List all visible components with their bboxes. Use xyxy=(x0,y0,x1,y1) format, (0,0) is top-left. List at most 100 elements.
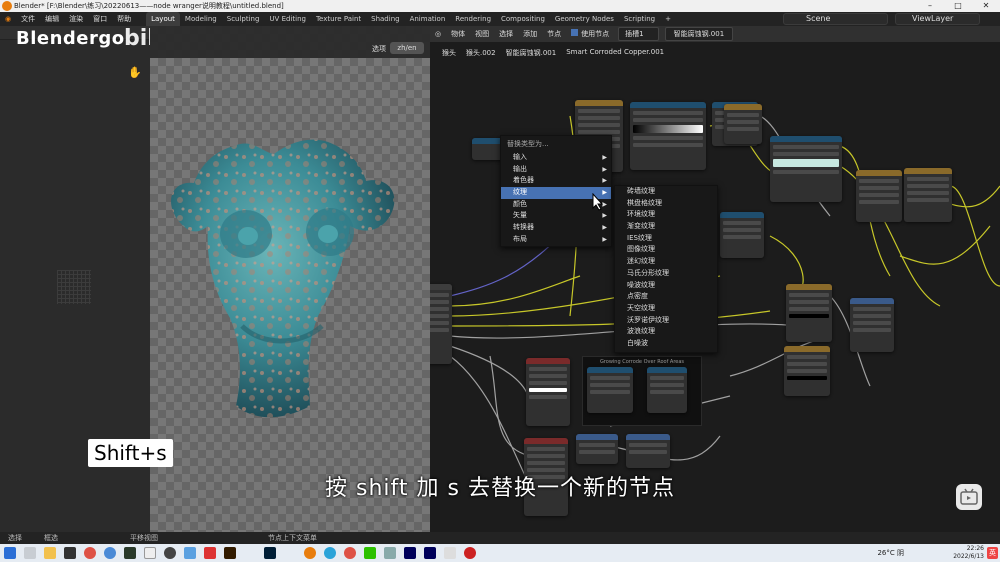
node-noise-right[interactable] xyxy=(720,212,764,258)
swap-menu-color-label: 颜色 xyxy=(513,199,527,208)
workspace-tab-geometry-nodes[interactable]: Geometry Nodes xyxy=(550,12,619,26)
node-input-value[interactable] xyxy=(526,358,570,426)
photoshop-icon[interactable] xyxy=(264,547,276,559)
maximize-button[interactable]: □ xyxy=(944,0,972,12)
obs-icon[interactable] xyxy=(464,547,476,559)
workspace-tab-texture-paint[interactable]: Texture Paint xyxy=(311,12,366,26)
menu-file[interactable]: 文件 xyxy=(16,14,40,24)
workspace-tab-rendering[interactable]: Rendering xyxy=(450,12,496,26)
app-icon-3[interactable] xyxy=(284,547,296,559)
workspace-tab-animation[interactable]: Animation xyxy=(405,12,451,26)
submenu-arrow-icon: ▶ xyxy=(602,165,607,173)
app-icon-4[interactable] xyxy=(384,547,396,559)
workspace-tab-modeling[interactable]: Modeling xyxy=(180,12,222,26)
node-color-ramp-2[interactable] xyxy=(630,102,706,170)
swap-menu-vector[interactable]: 矢量 ▶ xyxy=(501,210,611,222)
swap-menu-layout[interactable]: 布局 ▶ xyxy=(501,234,611,246)
texture-point-density[interactable]: 点密度 xyxy=(615,291,717,303)
node-principled[interactable] xyxy=(850,298,894,352)
after-effects-icon[interactable] xyxy=(424,547,436,559)
close-button[interactable]: ✕ xyxy=(972,0,1000,12)
blender-logo-icon[interactable]: ◉ xyxy=(0,15,16,23)
view-layer-selector[interactable]: ViewLayer xyxy=(895,13,980,25)
blender-taskbar-icon[interactable] xyxy=(304,547,316,559)
pt-icon[interactable] xyxy=(124,547,136,559)
texture-submenu: 砖墙纹理 棋盘格纹理 环境纹理 渐变纹理 IES纹理 图像纹理 迷幻纹理 马氏分… xyxy=(614,185,718,353)
texture-wave[interactable]: 波浪纹理 xyxy=(615,326,717,338)
search-icon[interactable] xyxy=(24,547,36,559)
texture-magic[interactable]: 迷幻纹理 xyxy=(615,256,717,268)
node-mix-b[interactable] xyxy=(904,168,952,222)
texture-voronoi[interactable]: 沃罗诺伊纹理 xyxy=(615,315,717,327)
monkey-render xyxy=(171,139,395,418)
window-title: Blender* [F:\Blender\练习\20220613——node w… xyxy=(14,2,284,10)
windows-start-icon[interactable] xyxy=(4,547,16,559)
menu-help[interactable]: 帮助 xyxy=(112,14,136,24)
node-math-b[interactable] xyxy=(724,104,762,144)
chrome-icon[interactable] xyxy=(84,547,96,559)
node-small-vector[interactable] xyxy=(576,434,618,464)
texture-environment[interactable]: 环境纹理 xyxy=(615,209,717,221)
texture-sky[interactable]: 天空纹理 xyxy=(615,303,717,315)
weather-status[interactable]: 26°C 阴 xyxy=(877,548,904,558)
add-workspace-button[interactable]: + xyxy=(660,12,676,26)
blender-app-icon xyxy=(2,1,12,11)
node-frame-corrode[interactable]: Growing Corrode Over Roof Areas xyxy=(582,356,702,426)
texture-ies[interactable]: IES纹理 xyxy=(615,233,717,245)
cloud-icon[interactable] xyxy=(184,547,196,559)
chrome-icon-2[interactable] xyxy=(344,547,356,559)
file-explorer-icon[interactable] xyxy=(44,547,56,559)
submenu-arrow-icon: ▶ xyxy=(602,212,607,220)
node-mix-d[interactable] xyxy=(784,346,830,396)
workspace-tab-layout[interactable]: Layout xyxy=(146,12,180,26)
pan-hand-icon[interactable]: ✋ xyxy=(128,66,142,79)
node-mix-a[interactable] xyxy=(856,170,902,222)
node-mix-c[interactable] xyxy=(786,284,832,342)
app-icon[interactable] xyxy=(144,547,156,559)
swap-menu-input[interactable]: 输入 ▶ xyxy=(501,152,611,164)
menu-window[interactable]: 窗口 xyxy=(88,14,112,24)
swap-menu-output[interactable]: 输出 ▶ xyxy=(501,164,611,176)
premiere-icon[interactable] xyxy=(404,547,416,559)
node-frame-noise[interactable] xyxy=(587,367,633,413)
menu-render[interactable]: 渲染 xyxy=(64,14,88,24)
bilibili-tv-icon xyxy=(956,484,982,510)
node-frame-mix[interactable] xyxy=(647,367,687,413)
notion-icon[interactable] xyxy=(64,547,76,559)
texture-musgrave[interactable]: 马氏分形纹理 xyxy=(615,268,717,280)
recorder-icon[interactable] xyxy=(164,547,176,559)
workspace-tab-uv-editing[interactable]: UV Editing xyxy=(264,12,311,26)
wechat-icon[interactable] xyxy=(364,547,376,559)
workspace-tab-scripting[interactable]: Scripting xyxy=(619,12,660,26)
node-vector-mapping[interactable] xyxy=(626,434,670,468)
workspace-tab-shading[interactable]: Shading xyxy=(366,12,404,26)
swap-menu-shader-label: 着色器 xyxy=(513,176,534,185)
edge-icon[interactable] xyxy=(324,547,336,559)
texture-brick[interactable]: 砖墙纹理 xyxy=(615,186,717,198)
texture-checker[interactable]: 棋盘格纹理 xyxy=(615,198,717,210)
texture-image[interactable]: 图像纹理 xyxy=(615,244,717,256)
app-icon-2[interactable] xyxy=(244,547,256,559)
minimize-button[interactable]: – xyxy=(916,0,944,12)
app-icon-5[interactable] xyxy=(444,547,456,559)
menu-edit[interactable]: 编辑 xyxy=(40,14,64,24)
illustrator-icon[interactable] xyxy=(224,547,236,559)
system-clock[interactable]: 22:26 2022/6/13 xyxy=(953,545,984,561)
texture-white-noise[interactable]: 白噪波 xyxy=(615,338,717,350)
texture-gradient[interactable]: 渐变纹理 xyxy=(615,221,717,233)
3d-viewport[interactable]: 选项 zh/en xyxy=(150,26,430,532)
windows-taskbar: 26°C 阴 22:26 2022/6/13 英 xyxy=(0,544,1000,562)
swap-menu-vector-label: 矢量 xyxy=(513,211,527,220)
workspace-tab-compositing[interactable]: Compositing xyxy=(496,12,550,26)
swap-menu-converter[interactable]: 转换器 ▶ xyxy=(501,222,611,234)
scene-selector[interactable]: Scene xyxy=(783,13,888,25)
node-color-mix[interactable] xyxy=(770,136,842,202)
nubia-icon[interactable] xyxy=(204,547,216,559)
node-group-input[interactable] xyxy=(430,284,452,364)
browser-icon[interactable] xyxy=(104,547,116,559)
texture-noise[interactable]: 噪波纹理 xyxy=(615,280,717,292)
swap-menu-shader[interactable]: 着色器 ▶ xyxy=(501,175,611,187)
swap-menu-input-label: 输入 xyxy=(513,153,527,161)
workspace-tab-sculpting[interactable]: Sculpting xyxy=(222,12,265,26)
ime-indicator[interactable]: 英 xyxy=(987,547,998,559)
